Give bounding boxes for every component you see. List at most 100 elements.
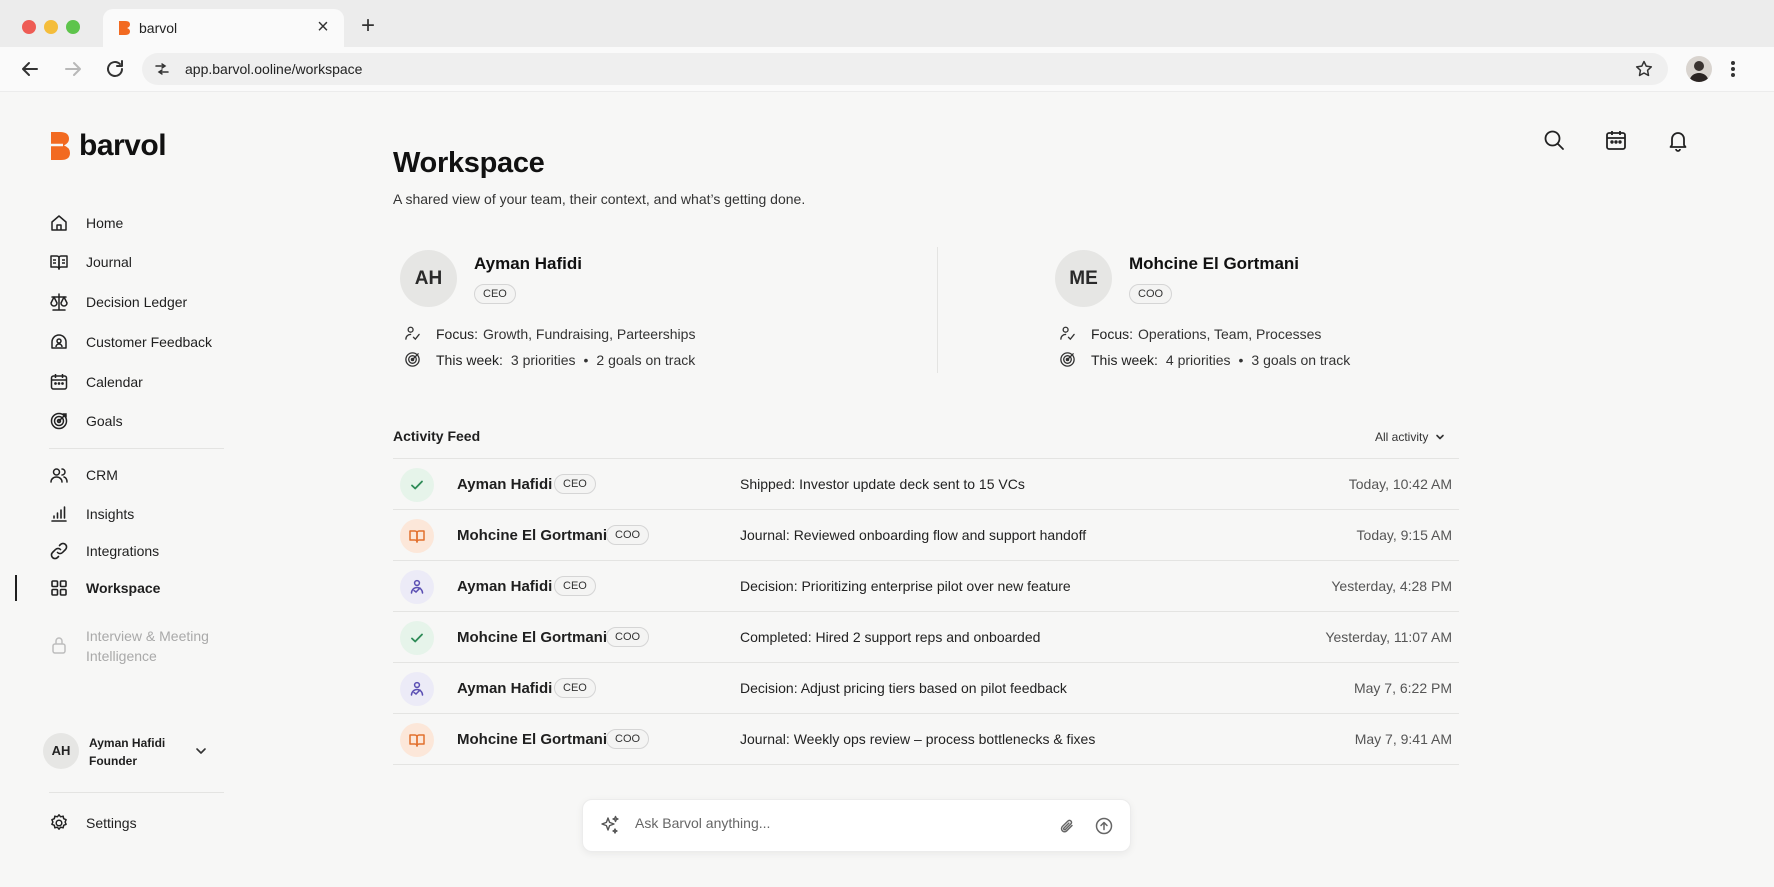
tab-close-icon[interactable]: ×: [312, 15, 334, 39]
book-icon: [400, 723, 434, 757]
window-close-button[interactable]: [22, 20, 36, 34]
focus-label: Focus:: [1091, 325, 1134, 342]
activity-text: Completed: Hired 2 support reps and onbo…: [740, 629, 1041, 645]
bookmark-star-icon[interactable]: [1634, 59, 1654, 79]
bell-icon[interactable]: [1666, 128, 1690, 152]
separator-dot: •: [1238, 351, 1244, 368]
new-tab-icon[interactable]: +: [357, 13, 379, 39]
focus-label: Focus:: [436, 325, 479, 342]
reload-icon[interactable]: [103, 57, 127, 81]
role-badge: CEO: [554, 474, 596, 494]
page-subtitle: A shared view of your team, their contex…: [393, 191, 806, 207]
role-badge: COO: [1129, 284, 1173, 304]
decision-icon: [400, 672, 434, 706]
gear-icon: [51, 814, 67, 830]
activity-row[interactable]: Ayman Hafidi CEO Decision: Adjust pricin…: [393, 663, 1459, 714]
goals-count: 3 goals on track: [1251, 351, 1351, 368]
member-name: Ayman Hafidi: [474, 254, 583, 273]
sparkle-icon: [601, 815, 619, 834]
sidebar-item-home[interactable]: Home: [49, 210, 123, 236]
search-icon[interactable]: [1542, 128, 1566, 152]
user-avatar: AH: [43, 733, 79, 769]
tab-title: barvol: [139, 20, 178, 36]
chevron-down-icon: [1436, 434, 1445, 440]
home-icon: [51, 215, 67, 231]
calendar-icon[interactable]: [1604, 128, 1628, 152]
member-avatar: ME: [1055, 250, 1112, 307]
card-divider: [937, 247, 938, 373]
user-role: Founder: [89, 754, 137, 768]
sidebar-item-customer-feedback[interactable]: Customer Feedback: [49, 329, 212, 355]
ask-barvol-bar: [582, 799, 1131, 852]
sidebar-item-goals[interactable]: Goals: [49, 408, 123, 434]
window-maximize-button[interactable]: [66, 20, 80, 34]
paperclip-icon[interactable]: [1058, 817, 1076, 835]
address-bar[interactable]: app.barvol.ooline/workspace: [142, 53, 1668, 85]
settings-label: Settings: [86, 815, 137, 831]
activity-row[interactable]: Ayman Hafidi CEO Decision: Prioritizing …: [393, 561, 1459, 612]
browser-menu-icon[interactable]: [1727, 57, 1739, 81]
barvol-favicon-icon: [119, 21, 130, 35]
sidebar-item-settings[interactable]: Settings: [49, 810, 137, 836]
activity-time: Today, 10:42 AM: [1348, 476, 1452, 492]
activity-time: Yesterday, 4:28 PM: [1331, 578, 1452, 594]
window-minimize-button[interactable]: [44, 20, 58, 34]
feedback-icon: [51, 334, 67, 349]
check-icon: [400, 468, 434, 502]
sidebar-item-insights[interactable]: Insights: [49, 501, 134, 527]
activity-row[interactable]: Mohcine El Gortmani COO Journal: Reviewe…: [393, 510, 1459, 561]
activity-time: May 7, 6:22 PM: [1353, 680, 1452, 696]
sidebar-item-journal[interactable]: Journal: [49, 249, 132, 275]
sidebar-item-calendar[interactable]: Calendar: [49, 369, 143, 395]
sidebar-item-label: Workspace: [86, 580, 161, 596]
user-name: Ayman Hafidi: [89, 736, 166, 750]
activity-filter-dropdown[interactable]: All activity: [1375, 430, 1446, 444]
activity-time: Yesterday, 11:07 AM: [1325, 629, 1452, 645]
sidebar-item-crm[interactable]: CRM: [49, 462, 118, 488]
activity-text: Journal: Reviewed onboarding flow and su…: [740, 527, 1087, 543]
browser-tab[interactable]: barvol ×: [103, 9, 344, 47]
activity-author: Ayman Hafidi: [457, 476, 553, 493]
barvol-logo-icon: [51, 132, 70, 160]
target-icon: [1060, 352, 1075, 367]
activity-row[interactable]: Mohcine El Gortmani COO Journal: Weekly …: [393, 714, 1459, 765]
back-arrow-icon[interactable]: [18, 57, 42, 81]
focus-value: Operations, Team, Processes: [1138, 325, 1322, 342]
site-settings-icon[interactable]: [154, 61, 170, 77]
barvol-logo[interactable]: barvol: [49, 129, 167, 162]
sidebar-item-decision-ledger[interactable]: Decision Ledger: [49, 289, 187, 315]
sidebar-item-workspace[interactable]: Workspace: [49, 575, 160, 601]
sidebar-item-integrations[interactable]: Integrations: [49, 538, 159, 564]
user-menu[interactable]: AH Ayman Hafidi Founder: [43, 733, 213, 769]
sidebar-item-label: Insights: [86, 506, 135, 522]
role-badge: COO: [606, 627, 650, 647]
sidebar-item-label: Customer Feedback: [86, 334, 213, 350]
ask-input[interactable]: [635, 815, 1035, 831]
browser-profile-avatar[interactable]: [1686, 56, 1712, 82]
sidebar-item-label: Integrations: [86, 543, 160, 559]
activity-row[interactable]: Mohcine El Gortmani COO Completed: Hired…: [393, 612, 1459, 663]
sidebar-item-label: Journal: [86, 254, 132, 270]
book-icon: [400, 519, 434, 553]
focus-icon: [1060, 326, 1075, 341]
activity-author: Ayman Hafidi: [457, 680, 553, 697]
sidebar-item-interview-intelligence: Interview & Meeting Intelligence: [49, 626, 209, 666]
locked-item-label-line2: Intelligence: [86, 648, 157, 664]
target-icon: [405, 352, 420, 367]
team-member-card[interactable]: AH Ayman Hafidi CEO Focus: Growth, Fundr…: [400, 250, 850, 370]
forward-arrow-icon[interactable]: [61, 57, 85, 81]
activity-text: Decision: Prioritizing enterprise pilot …: [740, 578, 1071, 594]
team-member-card[interactable]: ME Mohcine El Gortmani COO Focus: Operat…: [1055, 250, 1505, 370]
sidebar-item-label: CRM: [86, 467, 118, 483]
send-arrow-icon[interactable]: [1095, 817, 1113, 835]
logo-wordmark: barvol: [79, 129, 167, 162]
activity-text: Decision: Adjust pricing tiers based on …: [740, 680, 1067, 696]
activity-filter-label: All activity: [1375, 430, 1429, 444]
activity-time: Today, 9:15 AM: [1356, 527, 1452, 543]
activity-feed-title: Activity Feed: [393, 428, 481, 444]
chevron-down-icon[interactable]: [193, 743, 209, 759]
url-text: app.barvol.ooline/workspace: [185, 61, 363, 77]
sidebar-divider: [49, 792, 224, 793]
member-name: Mohcine El Gortmani: [1129, 254, 1300, 273]
activity-row[interactable]: Ayman Hafidi CEO Shipped: Investor updat…: [393, 459, 1459, 510]
